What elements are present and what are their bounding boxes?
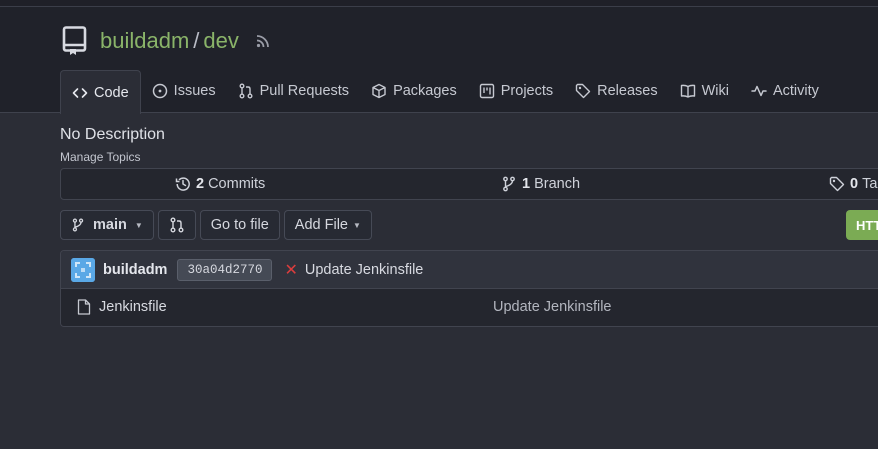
repo-description: No Description — [60, 126, 165, 143]
repo-name-link[interactable]: dev — [203, 28, 238, 54]
repo-tabs: Code Issues Pull Requests Packages Proje… — [60, 70, 830, 114]
tab-pull-requests[interactable]: Pull Requests — [227, 70, 360, 112]
branch-selector[interactable]: main ▼ — [60, 210, 154, 240]
branch-icon — [503, 176, 515, 192]
file-name[interactable]: Jenkinsfile — [99, 299, 167, 315]
code-icon — [72, 87, 88, 98]
issue-icon — [152, 83, 167, 99]
tags-count: 0 — [850, 176, 859, 192]
go-to-file-button[interactable]: Go to file — [199, 210, 280, 240]
repo-title: buildadm / dev — [62, 25, 271, 57]
file-icon — [77, 299, 91, 318]
repo-stats-bar: 2 Commits 1 Branch 0 Tags — [60, 168, 878, 200]
branch-name: main — [93, 217, 127, 233]
commits-count: 2 — [196, 176, 205, 192]
add-file-label: Add File — [294, 217, 348, 233]
repo-toolbar: main ▼ Go to file Add File ▼ — [60, 210, 376, 240]
tab-activity[interactable]: Activity — [740, 70, 830, 112]
pull-request-icon — [170, 217, 184, 233]
branch-icon — [72, 218, 84, 232]
tags-stat[interactable]: 0 Tags — [829, 169, 878, 199]
commits-label: Commits — [208, 176, 266, 192]
avatar[interactable] — [71, 257, 95, 282]
commit-author[interactable]: buildadm — [103, 262, 167, 278]
branches-label: Branch — [534, 176, 581, 192]
close-icon[interactable]: ✕ — [284, 260, 297, 280]
top-bar — [0, 0, 878, 7]
tab-issues-label: Issues — [173, 83, 216, 99]
commit-message[interactable]: Update Jenkinsfile — [305, 262, 424, 278]
branches-stat[interactable]: 1 Branch — [501, 169, 580, 199]
rss-feed-icon[interactable] — [255, 33, 271, 49]
repo-owner-link[interactable]: buildadm — [100, 28, 189, 54]
file-table: buildadm 30a04d2770 ✕ Update Jenkinsfile… — [60, 250, 878, 327]
chevron-down-icon: ▼ — [353, 220, 361, 230]
commit-sha[interactable]: 30a04d2770 — [177, 258, 273, 281]
pull-request-icon — [239, 83, 253, 99]
tab-activity-label: Activity — [772, 83, 819, 99]
tab-code-label: Code — [94, 84, 129, 101]
repo-path-separator: / — [193, 28, 200, 53]
package-icon — [372, 83, 386, 99]
clone-https-button[interactable]: HTTPS — [846, 210, 878, 240]
tag-icon — [575, 83, 591, 99]
chevron-down-icon: ▼ — [134, 220, 143, 230]
tag-icon — [829, 176, 845, 192]
tab-projects[interactable]: Projects — [468, 70, 564, 112]
tab-wiki[interactable]: Wiki — [669, 70, 740, 112]
table-row[interactable]: Jenkinsfile Update Jenkinsfile — [61, 289, 878, 326]
repo-icon — [62, 25, 90, 57]
tab-code[interactable]: Code — [60, 70, 141, 114]
history-icon — [175, 177, 190, 191]
repo-header: buildadm / dev Code Issues Pull Requests… — [0, 7, 878, 114]
tab-packages-label: Packages — [393, 83, 457, 99]
add-file-button[interactable]: Add File ▼ — [283, 210, 372, 240]
pulse-icon — [751, 85, 767, 97]
file-last-commit[interactable]: Update Jenkinsfile — [493, 299, 612, 315]
tab-packages[interactable]: Packages — [360, 70, 468, 112]
tab-projects-label: Projects — [500, 83, 554, 99]
tab-issues[interactable]: Issues — [141, 70, 227, 112]
compare-button[interactable] — [157, 210, 196, 240]
project-icon — [479, 83, 494, 99]
tab-releases-label: Releases — [597, 83, 658, 99]
manage-topics-link[interactable]: Manage Topics — [60, 150, 141, 164]
commits-stat[interactable]: 2 Commits — [175, 169, 265, 199]
tab-releases[interactable]: Releases — [564, 70, 668, 112]
branches-count: 1 — [522, 176, 531, 192]
tab-wiki-label: Wiki — [701, 83, 729, 99]
latest-commit-row: buildadm 30a04d2770 ✕ Update Jenkinsfile — [61, 251, 878, 289]
book-icon — [680, 84, 695, 98]
tags-label: Tags — [862, 176, 878, 192]
tab-pull-requests-label: Pull Requests — [259, 83, 350, 99]
